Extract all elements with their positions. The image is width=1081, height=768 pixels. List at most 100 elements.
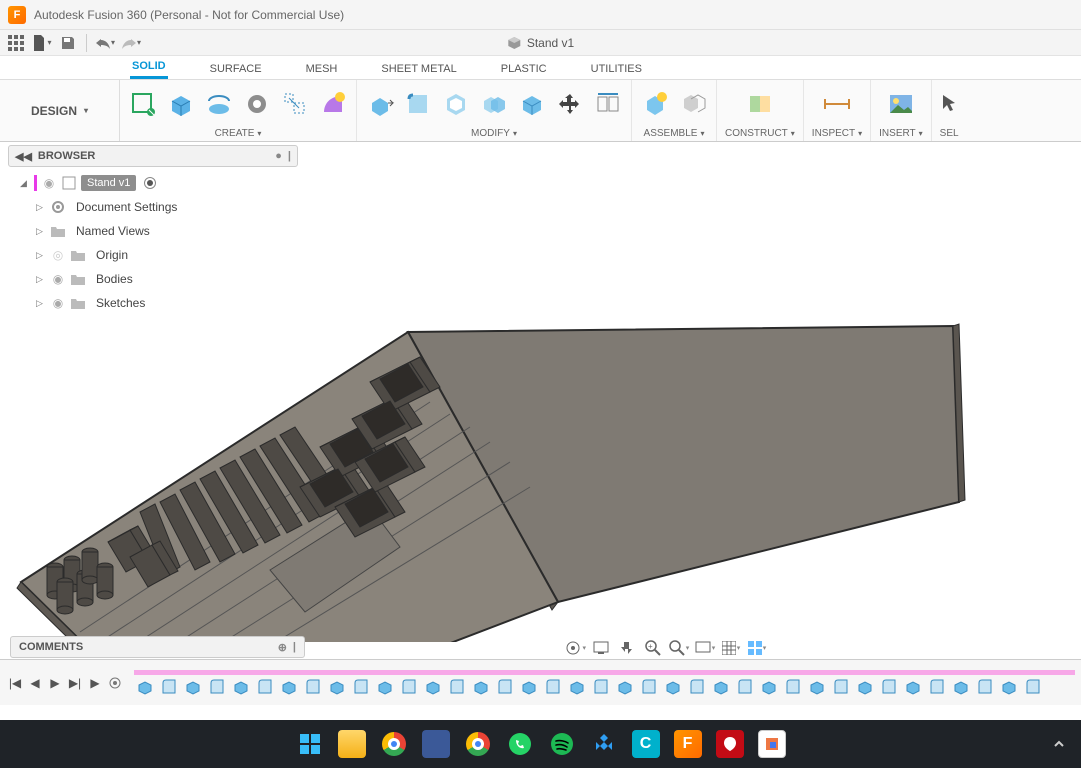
sketch-button[interactable]	[128, 89, 158, 119]
spotify-icon[interactable]	[548, 730, 576, 758]
expand-icon[interactable]: ◢	[20, 178, 30, 189]
browser-collapse-icon[interactable]: ◀◀	[15, 150, 32, 163]
chrome-icon[interactable]	[464, 730, 492, 758]
draft-button[interactable]	[517, 89, 547, 119]
timeline-feature[interactable]	[350, 676, 372, 698]
timeline-settings-button[interactable]	[106, 674, 124, 692]
timeline-play-button[interactable]: ▶	[46, 674, 64, 692]
timeline-feature[interactable]	[254, 676, 276, 698]
save-button[interactable]	[58, 33, 78, 53]
tree-item-sketches[interactable]: ▷ ◉ Sketches	[16, 291, 308, 315]
redo-button[interactable]: ▾	[121, 33, 141, 53]
timeline-feature[interactable]	[518, 676, 540, 698]
extrude-button[interactable]	[166, 89, 196, 119]
comments-panel[interactable]: COMMENTS ⊕|	[10, 636, 305, 658]
add-comment-icon[interactable]: ⊕	[278, 641, 287, 654]
combine-button[interactable]	[479, 89, 509, 119]
tree-item-named-views[interactable]: ▷ Named Views	[16, 219, 308, 243]
timeline-start-button[interactable]: |◀	[6, 674, 24, 692]
select-label[interactable]: SEL	[940, 125, 959, 141]
workspace-switcher[interactable]: DESIGN▾	[0, 80, 120, 141]
data-panel-button[interactable]	[6, 33, 26, 53]
timeline-feature[interactable]	[134, 676, 156, 698]
expand-icon[interactable]: ▷	[36, 202, 46, 213]
fillet-button[interactable]	[403, 89, 433, 119]
tab-sheet-metal[interactable]: SHEET METAL	[379, 59, 458, 79]
pdf-icon[interactable]	[716, 730, 744, 758]
timeline-feature[interactable]	[326, 676, 348, 698]
timeline-feature[interactable]	[374, 676, 396, 698]
expand-icon[interactable]: ▷	[36, 298, 46, 309]
construct-plane-button[interactable]	[745, 89, 775, 119]
visibility-icon[interactable]: ◉	[50, 272, 66, 286]
fusion-icon[interactable]: F	[674, 730, 702, 758]
timeline-feature[interactable]	[998, 676, 1020, 698]
align-button[interactable]	[593, 89, 623, 119]
inspect-label[interactable]: INSPECT▾	[812, 125, 862, 141]
timeline-feature[interactable]	[470, 676, 492, 698]
orbit-button[interactable]: ▾	[564, 637, 586, 659]
timeline-feature[interactable]	[614, 676, 636, 698]
timeline-feature[interactable]	[830, 676, 852, 698]
timeline-feature[interactable]	[182, 676, 204, 698]
timeline-feature[interactable]	[398, 676, 420, 698]
timeline-feature[interactable]	[206, 676, 228, 698]
visibility-icon[interactable]: ◉	[50, 296, 66, 310]
insert-label[interactable]: INSERT▾	[879, 125, 923, 141]
timeline-feature[interactable]	[926, 676, 948, 698]
whatsapp-icon[interactable]	[506, 730, 534, 758]
activate-radio[interactable]	[144, 177, 156, 189]
assemble-label[interactable]: ASSEMBLE▾	[644, 125, 705, 141]
expand-icon[interactable]: ▷	[36, 226, 46, 237]
viewports-button[interactable]: ▾	[746, 637, 768, 659]
select-button[interactable]	[940, 89, 958, 119]
expand-icon[interactable]: ▷	[36, 274, 46, 285]
timeline-feature[interactable]	[854, 676, 876, 698]
create-label[interactable]: CREATE▾	[215, 125, 262, 141]
tree-item-bodies[interactable]: ▷ ◉ Bodies	[16, 267, 308, 291]
zoom-window-button[interactable]: ▾	[668, 637, 690, 659]
app-teal-icon[interactable]: C	[632, 730, 660, 758]
timeline-feature[interactable]	[494, 676, 516, 698]
shell-button[interactable]	[441, 89, 471, 119]
zoom-button[interactable]: +	[642, 637, 664, 659]
display-settings-button[interactable]: ▾	[694, 637, 716, 659]
timeline-feature[interactable]	[662, 676, 684, 698]
construct-label[interactable]: CONSTRUCT▾	[725, 125, 795, 141]
timeline-track[interactable]	[134, 668, 1075, 698]
timeline-prev-button[interactable]: ◀	[26, 674, 44, 692]
revolve-button[interactable]	[204, 89, 234, 119]
tab-plastic[interactable]: PLASTIC	[499, 59, 549, 79]
timeline-feature[interactable]	[278, 676, 300, 698]
tab-utilities[interactable]: UTILITIES	[589, 59, 644, 79]
timeline-feature[interactable]	[566, 676, 588, 698]
joint-button[interactable]	[678, 89, 708, 119]
insert-decal-button[interactable]	[886, 89, 916, 119]
timeline-feature[interactable]	[422, 676, 444, 698]
visibility-icon[interactable]: ◎	[50, 248, 66, 262]
timeline-next-button[interactable]: ▶|	[66, 674, 84, 692]
timeline-feature[interactable]	[902, 676, 924, 698]
pan-button[interactable]	[616, 637, 638, 659]
tab-solid[interactable]: SOLID	[130, 56, 168, 79]
timeline-feature[interactable]	[158, 676, 180, 698]
explorer-icon[interactable]	[338, 730, 366, 758]
browser-options-icon[interactable]: ●	[275, 150, 282, 162]
timeline-feature[interactable]	[950, 676, 972, 698]
look-at-button[interactable]	[590, 637, 612, 659]
tab-surface[interactable]: SURFACE	[208, 59, 264, 79]
tree-item-origin[interactable]: ▷ ◎ Origin	[16, 243, 308, 267]
timeline-feature[interactable]	[686, 676, 708, 698]
timeline-feature[interactable]	[230, 676, 252, 698]
expand-icon[interactable]: ▷	[36, 250, 46, 261]
tray-overflow-button[interactable]	[1047, 732, 1071, 756]
app-blue-icon[interactable]	[590, 730, 618, 758]
tab-mesh[interactable]: MESH	[304, 59, 340, 79]
timeline-feature[interactable]	[710, 676, 732, 698]
sweep-button[interactable]	[242, 89, 272, 119]
comments-pin-icon[interactable]: |	[293, 641, 296, 654]
document-tab[interactable]: Stand v1	[507, 36, 574, 50]
timeline-feature[interactable]	[974, 676, 996, 698]
browser1-icon[interactable]	[380, 730, 408, 758]
undo-button[interactable]: ▾	[95, 33, 115, 53]
